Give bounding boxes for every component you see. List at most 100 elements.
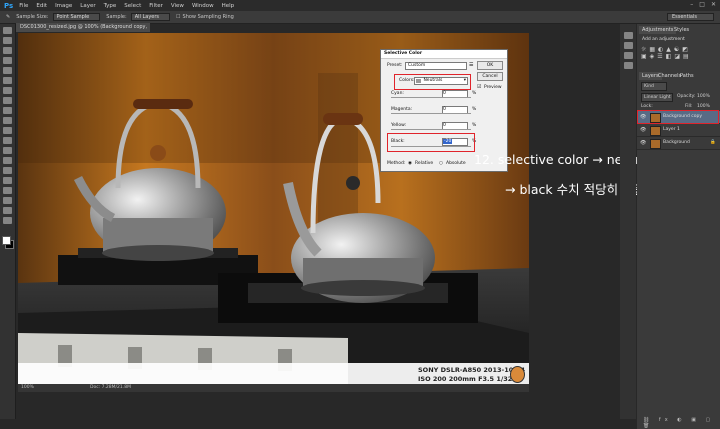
menu-filter[interactable]: Filter	[149, 3, 163, 9]
cyan-value: 0	[443, 91, 446, 96]
photoshop-logo: Ps	[4, 1, 14, 10]
foreground-color-swatch[interactable]	[2, 236, 11, 245]
magenta-value: 0	[443, 107, 446, 112]
workspace-select[interactable]: Essentials	[666, 13, 714, 21]
sample-select[interactable]: All Layers	[130, 13, 171, 21]
info-panel-icon[interactable]	[623, 52, 633, 59]
method-label: Method:	[387, 161, 406, 166]
kind-filter-select[interactable]: Kind	[641, 82, 667, 91]
layer-thumbnail	[650, 139, 661, 149]
menu-type[interactable]: Type	[104, 3, 117, 9]
adjustment-icons[interactable]: ☼▦◐▲☯◩ ▣◈☰◧◪▤	[641, 46, 711, 64]
magenta-percent: %	[472, 107, 477, 112]
absolute-label: Absolute	[446, 161, 466, 166]
gradient-tool-icon[interactable]	[3, 137, 12, 144]
watermark-line1: SONY DSLR-A850 2013-10-14	[418, 366, 525, 374]
fill-value[interactable]: 100%	[697, 104, 710, 109]
quick-select-tool-icon[interactable]	[3, 57, 12, 64]
tab-styles[interactable]: Styles	[671, 26, 692, 34]
menu-edit[interactable]: Edit	[36, 3, 47, 9]
absolute-radio[interactable]: ○	[439, 161, 443, 166]
preset-options-icon[interactable]: ☰	[469, 62, 473, 68]
crop-tool-icon[interactable]	[3, 67, 12, 74]
ok-button[interactable]: OK	[477, 61, 503, 70]
layer-name: Background	[663, 140, 690, 145]
cyan-slider[interactable]	[391, 97, 471, 98]
tab-paths[interactable]: Paths	[677, 72, 697, 80]
yellow-value: 0	[443, 123, 446, 128]
brush-panel-icon[interactable]	[623, 62, 633, 69]
yellow-percent: %	[472, 123, 477, 128]
zoom-tool-icon[interactable]	[3, 217, 12, 224]
status-bar: 100% Doc: 7.28M/21.8M	[18, 384, 529, 392]
magenta-label: Magenta:	[391, 107, 413, 112]
blend-mode-value: Linear Light	[644, 95, 671, 100]
menu-select[interactable]: Select	[124, 3, 141, 9]
layer-name: Layer 1	[663, 127, 680, 132]
stamp-tool-icon[interactable]	[3, 107, 12, 114]
preset-select[interactable]: Custom	[405, 62, 467, 70]
eraser-tool-icon[interactable]	[3, 127, 12, 134]
relative-radio[interactable]: ◉	[408, 161, 412, 166]
menu-bar: Ps File Edit Image Layer Type Select Fil…	[0, 0, 720, 11]
menu-file[interactable]: File	[19, 3, 28, 9]
zoom-level[interactable]: 100%	[21, 385, 34, 390]
opacity-value[interactable]: 100%	[697, 94, 710, 99]
blend-mode-select[interactable]: Linear Light	[641, 93, 673, 102]
yellow-slider[interactable]	[391, 129, 471, 130]
menu-layer[interactable]: Layer	[80, 3, 95, 9]
close-icon[interactable]: ✕	[711, 1, 716, 8]
eye-icon[interactable]: 👁	[640, 137, 646, 149]
minimize-icon[interactable]: –	[690, 1, 693, 8]
menu-window[interactable]: Window	[192, 3, 214, 9]
move-tool-icon[interactable]	[3, 27, 12, 34]
brush-tool-icon[interactable]	[3, 97, 12, 104]
preview-checkbox[interactable]: ☑	[477, 84, 481, 90]
maximize-icon[interactable]: □	[699, 1, 705, 8]
layer-highlight-box	[637, 110, 719, 124]
watermark-logo-icon	[510, 366, 525, 383]
add-adjustment-label: Add an adjustment	[642, 37, 685, 42]
cancel-button[interactable]: Cancel	[477, 72, 503, 81]
sample-size-label: Sample Size:	[16, 14, 49, 20]
menu-image[interactable]: Image	[55, 3, 72, 9]
panels-dock: Adjustments Styles Add an adjustment ☼▦◐…	[637, 24, 720, 429]
lock-icon: 🔒	[710, 140, 716, 145]
eyedropper-icon[interactable]: ✎	[6, 14, 10, 20]
history-panel-icon[interactable]	[623, 32, 633, 39]
menu-view[interactable]: View	[171, 3, 184, 9]
blur-tool-icon[interactable]	[3, 147, 12, 154]
pen-tool-icon[interactable]	[3, 167, 12, 174]
layer-row[interactable]: 👁 Background 🔒	[637, 137, 720, 150]
magenta-slider[interactable]	[391, 113, 471, 114]
sample-size-select[interactable]: Point Sample	[52, 13, 101, 21]
layer-actions-bar[interactable]: ⛓ fx ◐ ▣ ▢ 🗑	[643, 417, 720, 429]
marquee-tool-icon[interactable]	[3, 37, 12, 44]
window-controls: – □ ✕	[690, 1, 716, 8]
dodge-tool-icon[interactable]	[3, 157, 12, 164]
eye-icon[interactable]: 👁	[640, 124, 646, 136]
hand-tool-icon[interactable]	[3, 207, 12, 214]
show-ring-checkbox[interactable]: ☐	[176, 14, 180, 20]
relative-label: Relative	[415, 161, 434, 166]
doc-size[interactable]: Doc: 7.28M/21.8M	[90, 385, 131, 390]
tools-panel	[0, 24, 16, 419]
layer-row[interactable]: 👁 Layer 1	[637, 124, 720, 137]
lasso-tool-icon[interactable]	[3, 47, 12, 54]
cyan-percent: %	[472, 91, 477, 96]
menu-help[interactable]: Help	[222, 3, 235, 9]
shape-tool-icon[interactable]	[3, 197, 12, 204]
document-tab[interactable]: DSC01300_resized.jpg @ 100% (Background …	[16, 23, 150, 39]
path-select-tool-icon[interactable]	[3, 187, 12, 194]
preview-label: Preview	[484, 85, 502, 90]
black-highlight-box	[387, 133, 475, 152]
type-tool-icon[interactable]	[3, 177, 12, 184]
history-brush-icon[interactable]	[3, 117, 12, 124]
sample-label: Sample:	[106, 14, 127, 20]
eyedropper-tool-icon[interactable]	[3, 77, 12, 84]
properties-panel-icon[interactable]	[623, 42, 633, 49]
healing-tool-icon[interactable]	[3, 87, 12, 94]
show-ring-label: Show Sampling Ring	[182, 14, 234, 20]
collapsed-panel-strip	[620, 24, 636, 419]
colors-highlight-box	[394, 74, 471, 90]
